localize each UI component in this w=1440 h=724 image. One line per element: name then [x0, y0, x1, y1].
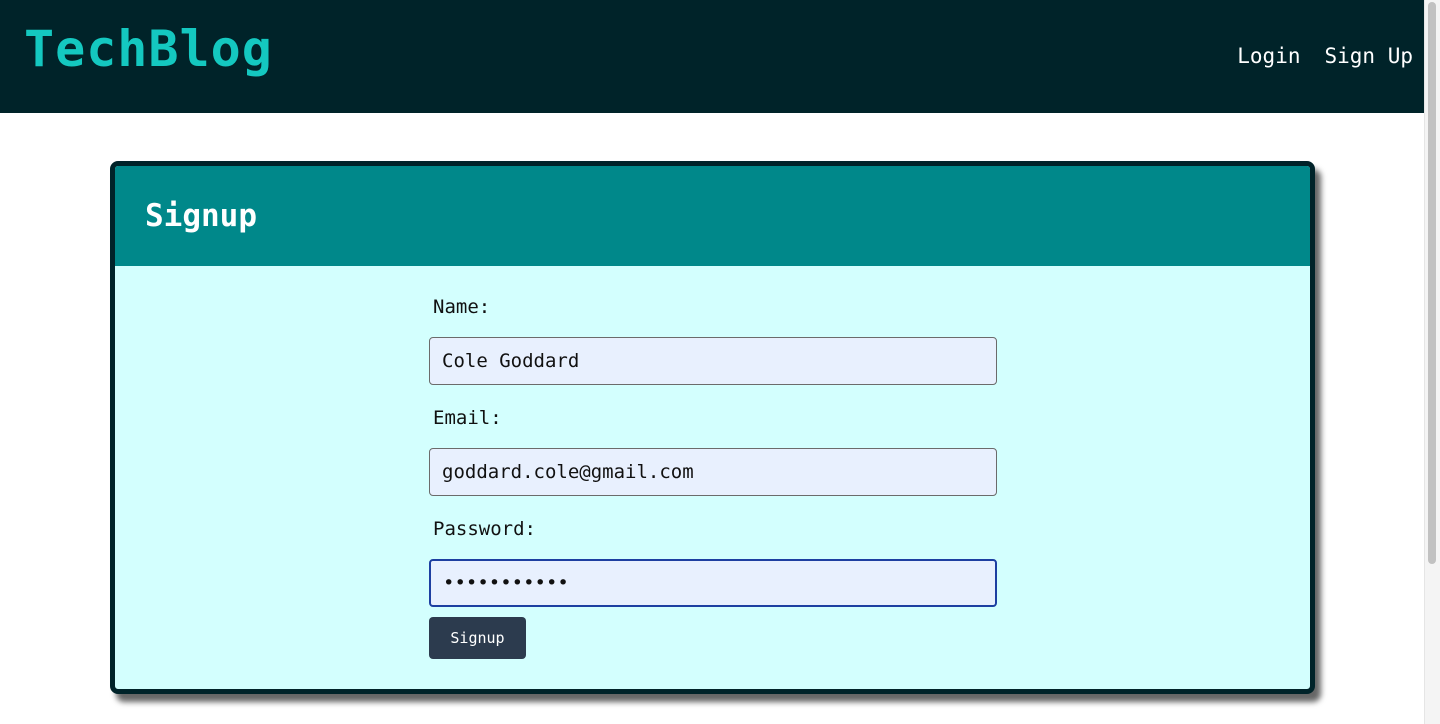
signup-link[interactable]: Sign Up: [1324, 38, 1413, 74]
name-label: Name:: [433, 296, 491, 318]
email-label: Email:: [433, 407, 502, 429]
card-header: Signup: [115, 166, 1310, 266]
signup-card: Signup Name: Email: Password: Signup: [110, 161, 1315, 694]
page-scrollbar[interactable]: [1424, 0, 1440, 724]
signup-button[interactable]: Signup: [429, 617, 526, 659]
card-title: Signup: [145, 198, 257, 234]
scrollbar-thumb[interactable]: [1428, 2, 1436, 564]
password-input[interactable]: [429, 559, 997, 607]
page: TechBlog Login Sign Up Signup Name: Emai…: [0, 0, 1440, 724]
brand-logo[interactable]: TechBlog: [24, 14, 273, 84]
password-label: Password:: [433, 518, 536, 540]
login-link[interactable]: Login: [1237, 38, 1300, 74]
nav-links: Login Sign Up: [1237, 38, 1413, 74]
navbar: TechBlog Login Sign Up: [0, 0, 1425, 113]
email-input[interactable]: [429, 448, 997, 496]
name-input[interactable]: [429, 337, 997, 385]
